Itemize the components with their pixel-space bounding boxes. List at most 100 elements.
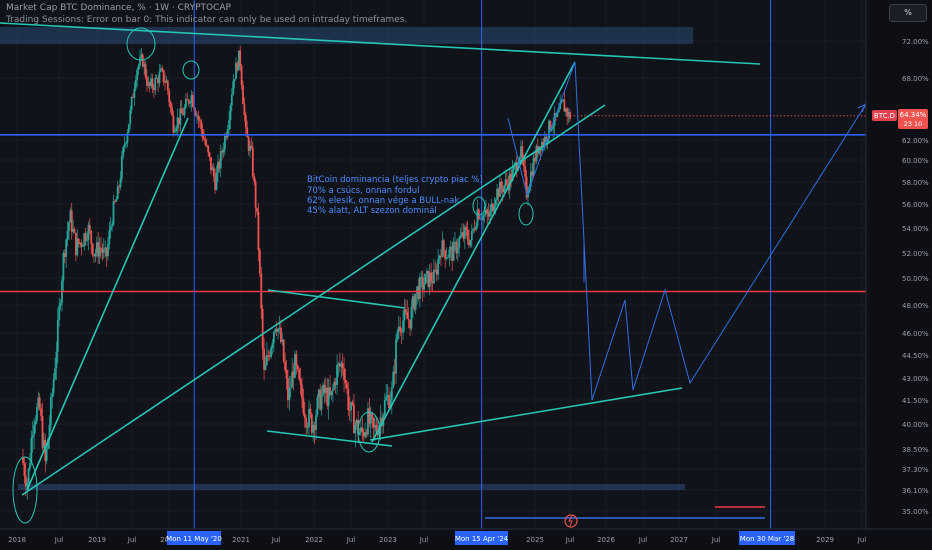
time-tick-label: Jul [638, 536, 648, 544]
candle-body [465, 226, 468, 230]
time-tick-label: 2027 [670, 536, 688, 544]
candle-body [136, 69, 139, 80]
price-tick-label: 36.10% [902, 487, 929, 495]
candle-body [94, 252, 97, 257]
candle-body [430, 272, 433, 282]
candle-body [187, 99, 190, 104]
price-tick-label: 50.00% [902, 275, 929, 283]
price-tick-label: 40.00% [902, 421, 929, 429]
candle-body [120, 155, 123, 179]
candle-body [139, 57, 141, 66]
candle-body [299, 379, 302, 385]
candle-body [418, 277, 421, 299]
candle-body [500, 181, 503, 189]
candle-body [229, 105, 232, 121]
candle-body [506, 179, 508, 184]
candle-body [383, 400, 386, 416]
time-tick-label: Jul [711, 536, 721, 544]
candle-body [226, 129, 229, 138]
candle-body [125, 142, 127, 145]
candle-body [469, 239, 472, 246]
candle-body [33, 424, 36, 435]
candle-body [448, 249, 451, 258]
candle-body [301, 384, 303, 399]
candle-body [447, 257, 449, 258]
candle-body [134, 79, 137, 89]
dominance-chart[interactable]: 72.00% 68.00% 62.00% 60.00% 58.00% 56.00% 54.0… [0, 0, 932, 550]
candle-body [27, 468, 30, 483]
candle-body [31, 434, 34, 438]
candle-body [466, 229, 469, 240]
candle-body [256, 207, 258, 212]
candle-body [395, 339, 397, 374]
time-tick-label: Jul [419, 536, 429, 544]
candle-body [26, 482, 29, 487]
time-tick-label: 2023 [379, 536, 397, 544]
price-tick-label: 48.00% [902, 302, 929, 310]
candle-body [162, 70, 165, 83]
time-tick-label: 2018 [8, 536, 26, 544]
candle-body [38, 397, 41, 409]
candle-body [244, 115, 247, 128]
candle-body [475, 225, 477, 230]
candle-body [223, 136, 226, 150]
candle-body [84, 233, 87, 241]
candle-body [116, 186, 119, 200]
candle-body [239, 50, 242, 67]
candle-body [288, 387, 291, 401]
candle-body [194, 110, 197, 116]
time-tick-label: Jul [54, 536, 64, 544]
candle-body [112, 201, 115, 225]
candle-body [264, 364, 267, 370]
candle-body [336, 364, 338, 385]
candle-body [437, 259, 440, 275]
candle-body [200, 120, 203, 130]
candle-body [208, 152, 211, 158]
candle-body [250, 145, 253, 148]
candle-body [30, 437, 33, 464]
candle-body [458, 237, 461, 249]
candle-body [137, 65, 140, 70]
candle-body [102, 248, 105, 253]
candle-body [198, 119, 201, 121]
candle-body [68, 222, 70, 231]
candle-body [354, 424, 357, 434]
candle-body [330, 391, 333, 395]
candle-body [180, 108, 183, 114]
date-marker-2020-label: Mon 11 May '20 [166, 535, 222, 543]
candle-body [410, 306, 413, 329]
candle-body [302, 398, 305, 414]
last-price-value: 64.34% [900, 111, 927, 119]
candle-body [111, 224, 114, 227]
candle-body [494, 199, 497, 207]
annotation-line-3: 62% elesik, onnan vége a BULL-nak [307, 195, 459, 206]
candle-body [315, 415, 317, 430]
symbol-label: BTC.D [874, 112, 895, 120]
time-tick-label: Jul [857, 536, 867, 544]
candle-body [185, 98, 187, 108]
date-marker-2028-label: Mon 30 Mar '28 [740, 535, 794, 543]
percent-scale-button[interactable]: % [889, 4, 927, 22]
candle-body [456, 248, 459, 254]
candle-body [345, 383, 348, 389]
candle-body [459, 235, 462, 238]
price-tick-label: 54.00% [902, 225, 929, 233]
candle-body [119, 178, 122, 187]
price-tick-label: 56.00% [902, 201, 929, 209]
candle-body [232, 81, 235, 95]
candle-body [168, 90, 171, 103]
candle-body [396, 331, 399, 340]
candle-body [385, 396, 388, 401]
price-tick-label: 37.30% [902, 466, 929, 474]
candle-body [243, 104, 246, 116]
price-tick-label: 68.00% [902, 75, 929, 83]
candle-body [390, 387, 393, 401]
candle-body [107, 244, 109, 257]
candle-body [230, 94, 233, 106]
candle-body [285, 369, 288, 379]
candle-body [88, 224, 91, 231]
candle-body [404, 309, 407, 313]
candle-body [442, 240, 445, 251]
candle-body [341, 363, 344, 369]
candle-body [240, 66, 243, 86]
